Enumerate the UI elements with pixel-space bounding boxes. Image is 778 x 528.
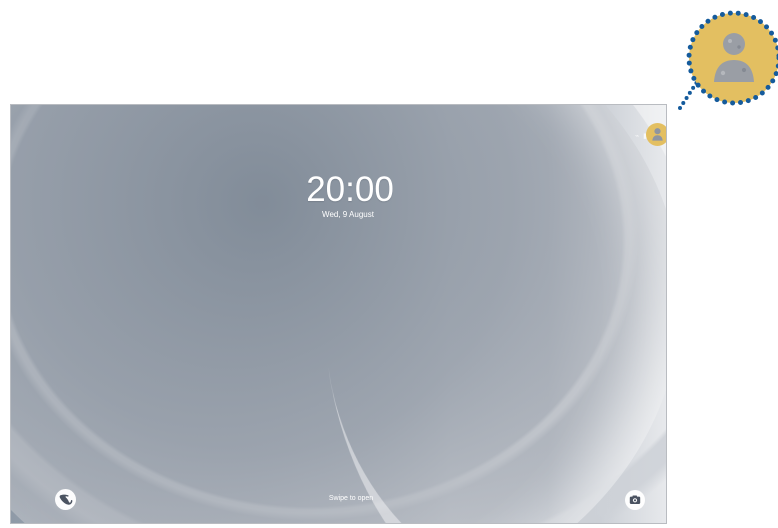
dotted-magnifier-callout: [678, 10, 778, 110]
lock-screen-clock: 20:00: [306, 170, 394, 209]
user-profile-button[interactable]: [646, 123, 666, 146]
manual-illustration: ⌁ ▮ 20:00 Wed, 9 August Swipe to open: [0, 0, 778, 528]
phone-shortcut-button[interactable]: [55, 489, 76, 510]
user-profile-icon: [652, 128, 663, 141]
lock-screen-date: Wed, 9 August: [322, 210, 374, 219]
phone-icon: [59, 494, 73, 505]
profile-button-callout: [674, 7, 778, 111]
camera-shortcut-button[interactable]: [625, 490, 645, 510]
swipe-to-open-hint: Swipe to open: [328, 495, 374, 502]
camera-icon: [629, 495, 641, 504]
wifi-icon: ⌁: [634, 133, 641, 140]
lock-screen: ⌁ ▮ 20:00 Wed, 9 August Swipe to open: [10, 104, 667, 524]
